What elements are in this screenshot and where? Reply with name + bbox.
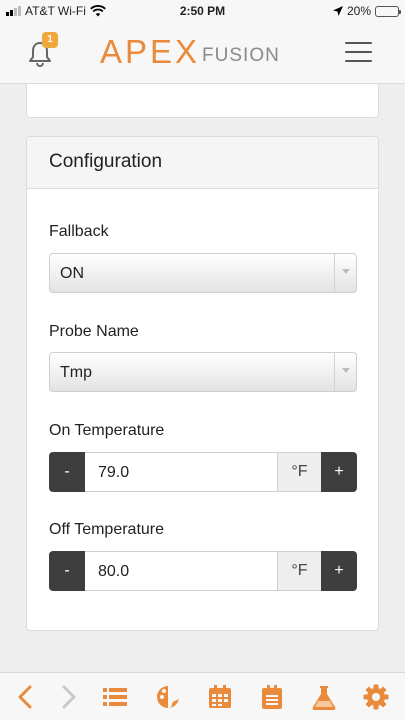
lab-icon — [312, 686, 336, 710]
forward-button[interactable] — [54, 683, 82, 711]
settings-button[interactable] — [362, 683, 390, 711]
lab-button[interactable] — [310, 683, 338, 711]
calendar-button[interactable] — [206, 683, 234, 711]
calendar-icon — [209, 685, 231, 708]
list-button[interactable] — [101, 683, 129, 711]
off-temperature-stepper: - 80.0 °F + — [49, 551, 357, 591]
probe-name-value: Tmp — [60, 364, 92, 381]
on-temperature-stepper: - 79.0 °F + — [49, 452, 357, 492]
probe-name-label: Probe Name — [49, 323, 139, 340]
back-icon — [18, 685, 32, 709]
logo-sub: FUSION — [202, 45, 280, 66]
fallback-select[interactable]: ON — [49, 253, 357, 293]
status-bar: AT&T Wi-Fi 2:50 PM 20% — [0, 0, 405, 22]
off-temperature-increment-button[interactable]: + — [321, 551, 357, 591]
location-icon — [332, 6, 343, 16]
forward-icon — [62, 685, 76, 709]
hamburger-icon — [345, 42, 372, 62]
on-temperature-increment-button[interactable]: + — [321, 452, 357, 492]
off-temperature-decrement-button[interactable]: - — [49, 551, 85, 591]
menu-button[interactable] — [345, 42, 372, 64]
notification-badge: 1 — [42, 32, 58, 48]
dashboard-icon — [157, 686, 179, 708]
back-button[interactable] — [12, 683, 40, 711]
bottom-toolbar — [0, 672, 405, 720]
off-temperature-label: Off Temperature — [49, 521, 165, 538]
off-temperature-input[interactable]: 80.0 — [85, 551, 277, 591]
status-right: 20% — [332, 4, 401, 18]
chevron-down-icon — [334, 254, 356, 292]
apex-fusion-logo[interactable]: APEX FUSION — [100, 34, 280, 70]
off-temperature-unit: °F — [277, 551, 321, 591]
notifications-button[interactable]: 1 — [28, 32, 58, 68]
panel-title: Configuration — [27, 137, 378, 189]
settings-icon — [363, 684, 389, 710]
on-temperature-unit: °F — [277, 452, 321, 492]
probe-name-select[interactable]: Tmp — [49, 352, 357, 392]
chevron-down-icon — [334, 353, 356, 391]
battery-icon — [375, 5, 401, 17]
log-button[interactable] — [258, 683, 286, 711]
log-icon — [262, 685, 282, 709]
previous-panel — [26, 84, 379, 118]
battery-percent: 20% — [346, 4, 371, 18]
list-icon — [103, 688, 127, 706]
fallback-value: ON — [60, 265, 84, 282]
on-temperature-decrement-button[interactable]: - — [49, 452, 85, 492]
fallback-label: Fallback — [49, 223, 109, 240]
app-header: 1 APEX FUSION — [0, 22, 405, 84]
dashboard-button[interactable] — [154, 683, 182, 711]
on-temperature-label: On Temperature — [49, 422, 165, 439]
on-temperature-input[interactable]: 79.0 — [85, 452, 277, 492]
logo-main: APEX — [100, 33, 201, 70]
configuration-panel: Configuration Fallback ON Probe Name Tmp… — [26, 136, 379, 631]
